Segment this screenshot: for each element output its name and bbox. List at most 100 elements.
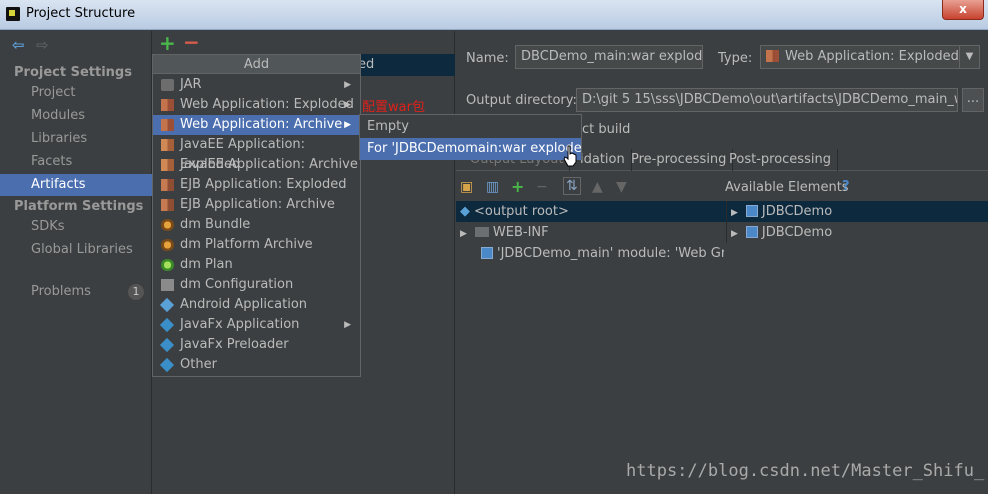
- tree-row-available-jdbcdemo-1[interactable]: ▶ JDBCDemo: [726, 201, 988, 222]
- tab-pre-processing[interactable]: Pre-processing: [625, 149, 734, 171]
- history-arrows: ⇦ ⇨: [10, 36, 70, 56]
- annotation-note: 配置war包: [362, 100, 425, 115]
- move-up-icon[interactable]: ▲: [592, 179, 603, 195]
- sidebar-item-global-libraries[interactable]: Global Libraries: [0, 239, 152, 261]
- tab-post-processing[interactable]: Post-processing: [723, 149, 838, 171]
- tree-row-label: WEB-INF: [492, 225, 549, 240]
- move-down-icon[interactable]: ▼: [616, 179, 627, 195]
- type-select[interactable]: Web Application: Exploded ▼: [760, 45, 980, 69]
- tab-validation[interactable]: idation: [574, 149, 632, 171]
- submenu-item-empty[interactable]: Empty: [360, 116, 581, 138]
- tree-row-web-inf[interactable]: ▶ WEB-INF: [456, 222, 726, 243]
- tree-row-label: JDBCDemo: [761, 225, 833, 240]
- dm-plan-icon: [161, 259, 174, 271]
- browse-button[interactable]: ...: [962, 88, 984, 112]
- menu-item-label: EJB Application: Exploded: [180, 177, 347, 192]
- menu-item-label: Android Application: [180, 297, 308, 312]
- menu-item-label: JavaEE Application: Archive: [180, 157, 358, 172]
- menu-item-ejb-exploded[interactable]: EJB Application: Exploded: [153, 175, 360, 195]
- ejb-icon: [161, 179, 174, 191]
- tree-row-label: <output root>: [474, 204, 569, 219]
- menu-item-javafx-preloader[interactable]: JavaFx Preloader: [153, 335, 360, 355]
- remove-element-icon[interactable]: −: [536, 179, 548, 195]
- back-arrow-icon[interactable]: ⇦: [12, 36, 25, 54]
- title-bar: Project Structure x: [0, 0, 988, 30]
- web-app-icon: [161, 119, 174, 131]
- submenu-item-for-exploded[interactable]: For 'JDBCDemomain:war exploded': [360, 138, 581, 160]
- platform-settings-heading: Platform Settings: [14, 199, 144, 214]
- other-icon: [159, 357, 175, 373]
- menu-item-web-archive[interactable]: Web Application: Archive ▶: [153, 115, 360, 135]
- menu-item-label: Web Application: Archive: [180, 117, 343, 132]
- menu-item-label: Web Application: Exploded: [180, 97, 354, 112]
- menu-item-dm-bundle[interactable]: dm Bundle: [153, 215, 360, 235]
- sidebar-item-libraries[interactable]: Libraries: [0, 128, 152, 150]
- sidebar-item-modules[interactable]: Modules: [0, 105, 152, 127]
- include-in-build-label[interactable]: ct build: [582, 122, 630, 137]
- sidebar-item-problems[interactable]: Problems 1: [0, 281, 152, 303]
- add-artifact-menu: Add JAR ▶ Web Application: Exploded ▶ Web …: [152, 54, 361, 377]
- module-icon: [481, 246, 493, 259]
- type-label: Type:: [718, 51, 753, 66]
- name-field[interactable]: DBCDemo_main:war exploded: [515, 45, 703, 69]
- menu-item-javafx-application[interactable]: JavaFx Application ▶: [153, 315, 360, 335]
- menu-item-label: dm Configuration: [180, 277, 294, 292]
- menu-item-dm-platform-archive[interactable]: dm Platform Archive: [153, 235, 360, 255]
- menu-item-web-exploded[interactable]: Web Application: Exploded ▶: [153, 95, 360, 115]
- chevron-right-icon[interactable]: ▶: [460, 229, 467, 239]
- menu-item-other[interactable]: Other: [153, 355, 360, 375]
- project-settings-heading: Project Settings: [14, 65, 132, 80]
- intellij-icon: [6, 7, 20, 21]
- remove-artifact-icon[interactable]: −: [183, 30, 200, 54]
- menu-item-label: dm Bundle: [180, 217, 251, 232]
- tree-row-label: JDBCDemo: [761, 204, 833, 219]
- menu-item-android-application[interactable]: Android Application: [153, 295, 360, 315]
- sidebar-item-sdks[interactable]: SDKs: [0, 216, 152, 238]
- menu-item-label: Other: [180, 357, 217, 372]
- module-icon: [745, 225, 758, 238]
- menu-item-javaee-archive[interactable]: JavaEE Application: Archive: [153, 155, 360, 175]
- sidebar-item-facets[interactable]: Facets: [0, 151, 152, 173]
- add-artifact-icon[interactable]: +: [159, 31, 176, 55]
- module-icon: [745, 204, 758, 217]
- watermark: https://blog.csdn.net/Master_Shifu_: [626, 461, 985, 481]
- web-app-icon: [766, 50, 779, 62]
- menu-item-dm-configuration[interactable]: dm Configuration: [153, 275, 360, 295]
- output-directory-field[interactable]: D:\git 5 15\sss\JDBCDemo\out\artifacts\J…: [576, 88, 958, 112]
- javaee-icon: [161, 159, 174, 171]
- web-app-icon: [161, 99, 174, 111]
- window-title: Project Structure: [26, 6, 136, 21]
- problems-count-badge: 1: [128, 284, 144, 300]
- problems-label: Problems: [31, 284, 91, 299]
- dm-platform-icon: [161, 239, 174, 251]
- menu-item-label: JAR: [180, 77, 202, 92]
- chevron-down-icon: ▼: [959, 46, 979, 68]
- tree-row-label: 'JDBCDemo_main' module: 'Web Gradle': [497, 246, 724, 261]
- type-select-value: Web Application: Exploded: [785, 49, 959, 64]
- tree-row-module-output[interactable]: 'JDBCDemo_main' module: 'Web Gradle': [456, 243, 724, 264]
- menu-item-ejb-archive[interactable]: EJB Application: Archive: [153, 195, 360, 215]
- javaee-icon: [161, 139, 174, 151]
- jar-icon: [161, 79, 174, 91]
- folder-icon: [474, 226, 489, 237]
- new-folder-icon[interactable]: ▣: [460, 179, 473, 195]
- chevron-right-icon[interactable]: ▶: [731, 208, 738, 218]
- help-icon[interactable]: ?: [842, 179, 850, 194]
- close-button[interactable]: x: [942, 0, 984, 20]
- chevron-right-icon[interactable]: ▶: [731, 229, 738, 239]
- menu-item-jar[interactable]: JAR ▶: [153, 75, 360, 95]
- sidebar-item-artifacts[interactable]: Artifacts: [0, 174, 152, 196]
- output-directory-label: Output directory:: [466, 93, 577, 108]
- menu-item-javaee-exploded[interactable]: JavaEE Application: Exploded: [153, 135, 360, 172]
- dm-bundle-icon: [161, 219, 174, 231]
- menu-item-dm-plan[interactable]: dm Plan: [153, 255, 360, 275]
- tree-row-output-root[interactable]: ◆ <output root>: [456, 201, 726, 222]
- forward-arrow-icon[interactable]: ⇨: [36, 36, 49, 54]
- archive-icon[interactable]: ▥: [486, 179, 499, 195]
- sort-icon[interactable]: ⇅: [563, 177, 581, 195]
- tree-row-available-jdbcdemo-2[interactable]: ▶ JDBCDemo: [726, 222, 988, 243]
- add-element-icon[interactable]: +: [511, 177, 524, 196]
- settings-sidebar: ⇦ ⇨ Project Settings Project Modules Lib…: [0, 31, 152, 494]
- sidebar-item-project[interactable]: Project: [0, 82, 152, 104]
- output-root-icon: ◆: [460, 204, 470, 219]
